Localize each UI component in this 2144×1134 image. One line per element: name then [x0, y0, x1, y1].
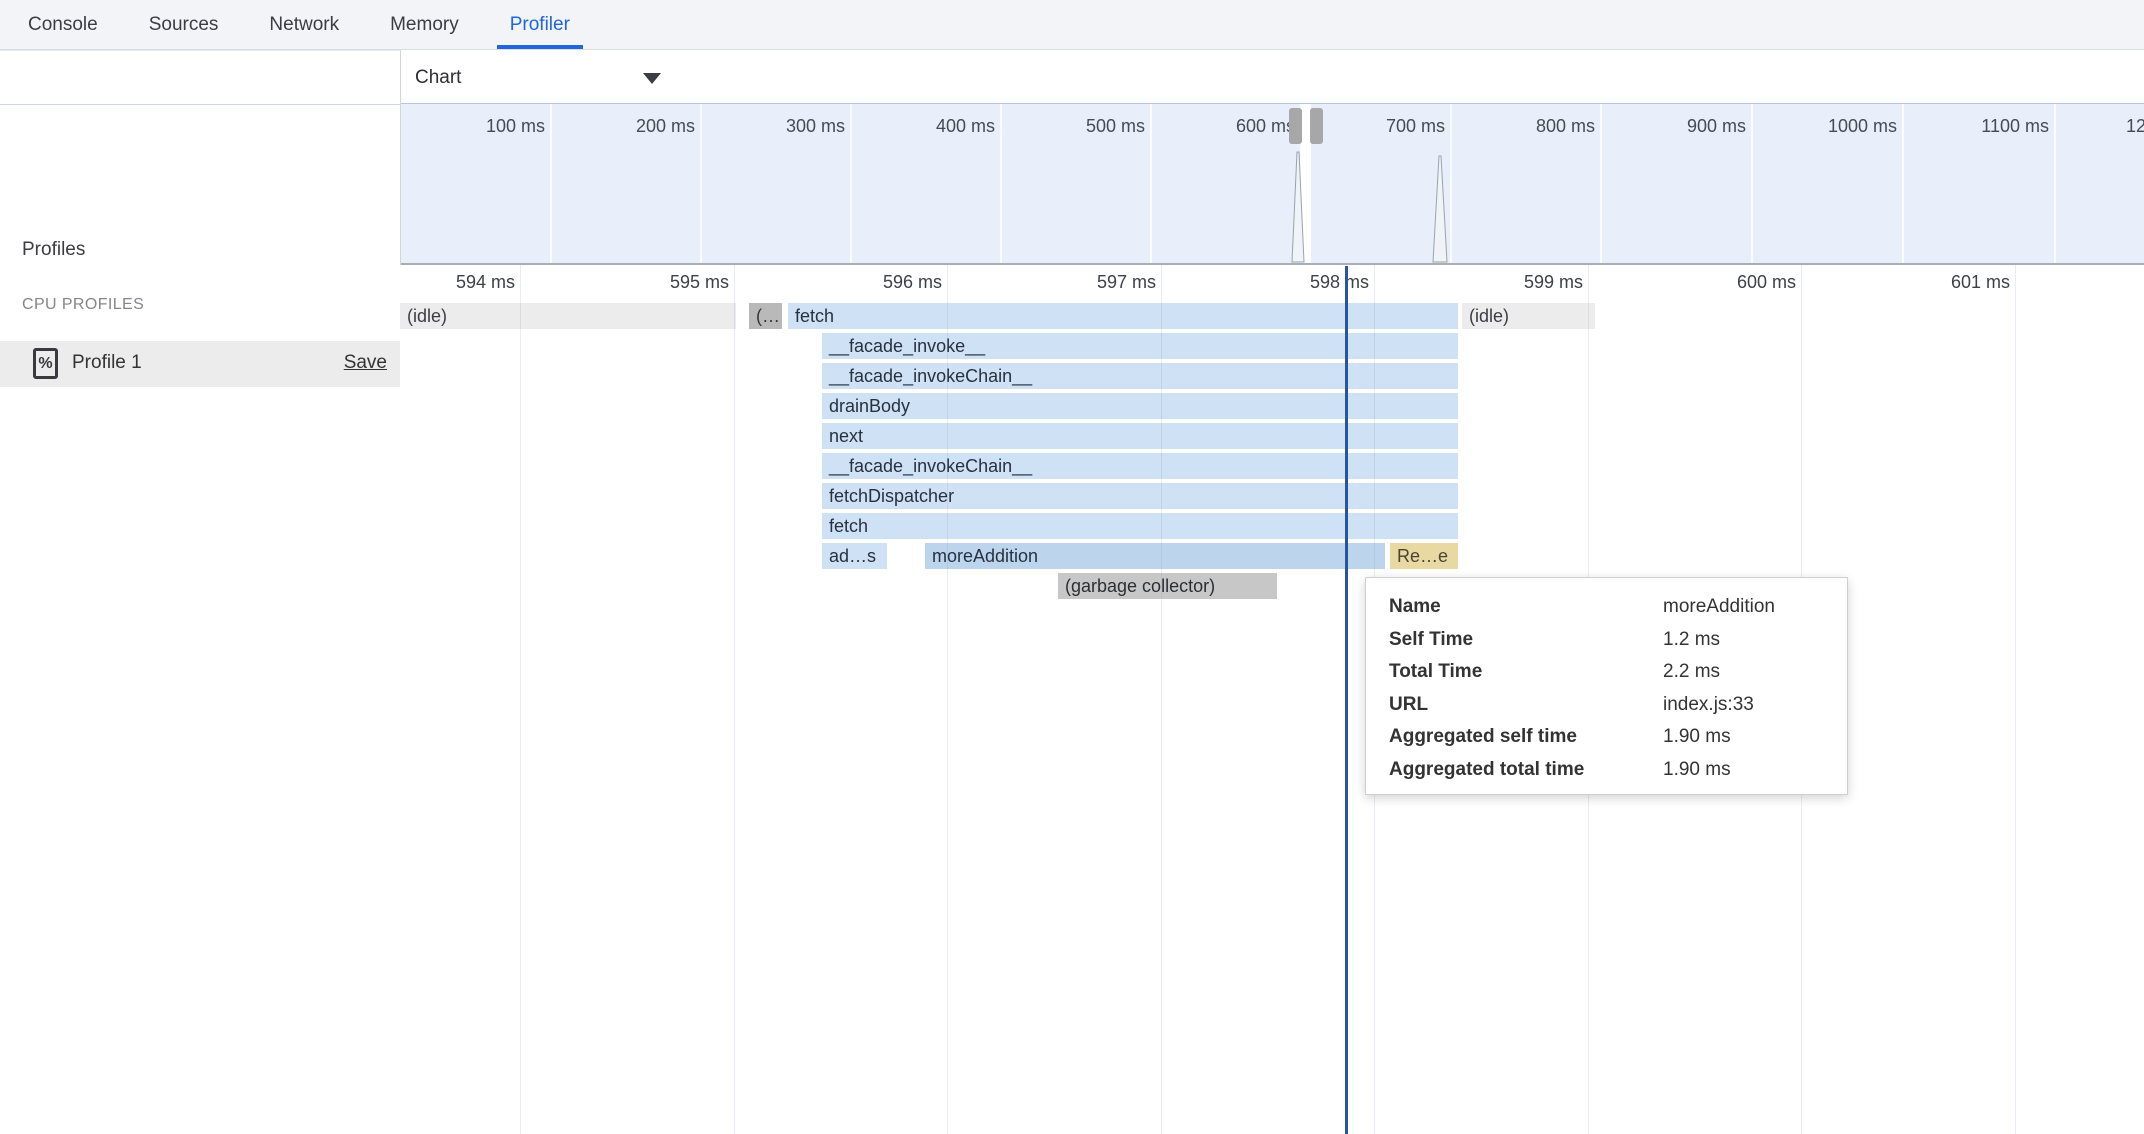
chart-toolbar: Chart — [401, 50, 2144, 105]
tooltip-label: URL — [1389, 694, 1663, 716]
time-gridline — [2015, 265, 2016, 1134]
sidebar-item-profile-1[interactable]: % Profile 1 Save — [0, 341, 400, 387]
tab-network[interactable]: Network — [256, 0, 352, 49]
flame-bar[interactable]: fetch — [788, 303, 1458, 329]
profiles-heading: Profiles — [22, 239, 85, 261]
time-gridline — [1161, 265, 1162, 1134]
devtools-window: Console Sources Network Memory Profiler Char… — [0, 0, 2144, 1134]
tooltip-value: 1.2 ms — [1663, 629, 1847, 651]
ruler-tick-label: 600 ms — [1737, 272, 1796, 293]
flame-bar[interactable]: (… — [749, 303, 782, 329]
tooltip-row: Aggregated self time1.90 ms — [1389, 721, 1847, 754]
save-link[interactable]: Save — [344, 352, 387, 374]
flame-bar[interactable]: fetchDispatcher — [822, 483, 1458, 509]
flame-bar[interactable]: __facade_invoke__ — [822, 333, 1458, 359]
tooltip-value: 1.90 ms — [1663, 759, 1847, 781]
cpu-profiles-section-label: CPU PROFILES — [22, 296, 144, 314]
timeline-overview[interactable]: 100 ms200 ms300 ms400 ms500 ms600 ms700 … — [401, 103, 2144, 263]
flame-bar[interactable]: ad…s — [822, 543, 887, 569]
tooltip-label: Name — [1389, 596, 1663, 618]
profiler-toolbar — [0, 50, 400, 105]
profile-document-icon: % — [33, 348, 58, 379]
tooltip-value: moreAddition — [1663, 596, 1847, 618]
ruler-tick-label: 597 ms — [1097, 272, 1156, 293]
time-gridline — [947, 265, 948, 1134]
selection-handle-right[interactable] — [1310, 108, 1323, 144]
chart-type-dropdown[interactable]: Chart — [415, 50, 675, 105]
selection-handle-left[interactable] — [1289, 108, 1302, 144]
chart-dropdown-label: Chart — [415, 67, 461, 89]
tooltip-row: NamemoreAddition — [1389, 591, 1847, 624]
flame-bar[interactable]: drainBody — [822, 393, 1458, 419]
ruler-tick-label: 599 ms — [1524, 272, 1583, 293]
flame-bar[interactable]: __facade_invokeChain__ — [822, 363, 1458, 389]
tooltip-row: URLindex.js:33 — [1389, 689, 1847, 722]
tooltip-label: Total Time — [1389, 661, 1663, 683]
tooltip-label: Aggregated total time — [1389, 759, 1663, 781]
flame-bar[interactable]: fetch — [822, 513, 1458, 539]
call-frame-tooltip: NamemoreAdditionSelf Time1.2 msTotal Tim… — [1365, 577, 1848, 795]
tooltip-row: Total Time2.2 ms — [1389, 656, 1847, 689]
tooltip-row: Aggregated total time1.90 ms — [1389, 754, 1847, 787]
profile-name: Profile 1 — [72, 352, 142, 374]
flame-bar[interactable]: __facade_invokeChain__ — [822, 453, 1458, 479]
tab-bar: Console Sources Network Memory Profiler — [0, 0, 2144, 50]
chevron-down-icon — [643, 73, 661, 84]
flame-bar[interactable]: next — [822, 423, 1458, 449]
tab-profiler[interactable]: Profiler — [497, 0, 583, 49]
time-gridline — [520, 265, 521, 1134]
activity-spikes — [401, 104, 2144, 263]
tooltip-value: index.js:33 — [1663, 694, 1847, 716]
playhead-cursor-line — [1345, 266, 1348, 1134]
tab-memory[interactable]: Memory — [377, 0, 472, 49]
flame-bar[interactable]: (garbage collector) — [1058, 573, 1277, 599]
sidebar: Profiles CPU PROFILES % Profile 1 Save — [0, 106, 400, 1134]
flame-bar[interactable]: (idle) — [400, 303, 736, 329]
flame-bar[interactable]: Re…e — [1390, 543, 1458, 569]
flame-chart-pane[interactable]: 594 ms 595 ms 596 ms 597 ms 598 ms 599 ms 600 … — [400, 265, 2144, 1134]
ruler-tick-label: 594 ms — [456, 272, 515, 293]
ruler-tick-label: 601 ms — [1951, 272, 2010, 293]
ruler-tick-label: 596 ms — [883, 272, 942, 293]
tooltip-label: Aggregated self time — [1389, 726, 1663, 748]
flame-bar[interactable]: (idle) — [1462, 303, 1595, 329]
tab-sources[interactable]: Sources — [136, 0, 232, 49]
flame-bar[interactable]: moreAddition — [925, 543, 1385, 569]
tooltip-value: 1.90 ms — [1663, 726, 1847, 748]
ruler-tick-label: 595 ms — [670, 272, 729, 293]
tooltip-value: 2.2 ms — [1663, 661, 1847, 683]
tooltip-label: Self Time — [1389, 629, 1663, 651]
ruler-tick-label: 598 ms — [1310, 272, 1369, 293]
tab-console[interactable]: Console — [15, 0, 111, 49]
tooltip-row: Self Time1.2 ms — [1389, 624, 1847, 657]
time-gridline — [734, 265, 735, 1134]
